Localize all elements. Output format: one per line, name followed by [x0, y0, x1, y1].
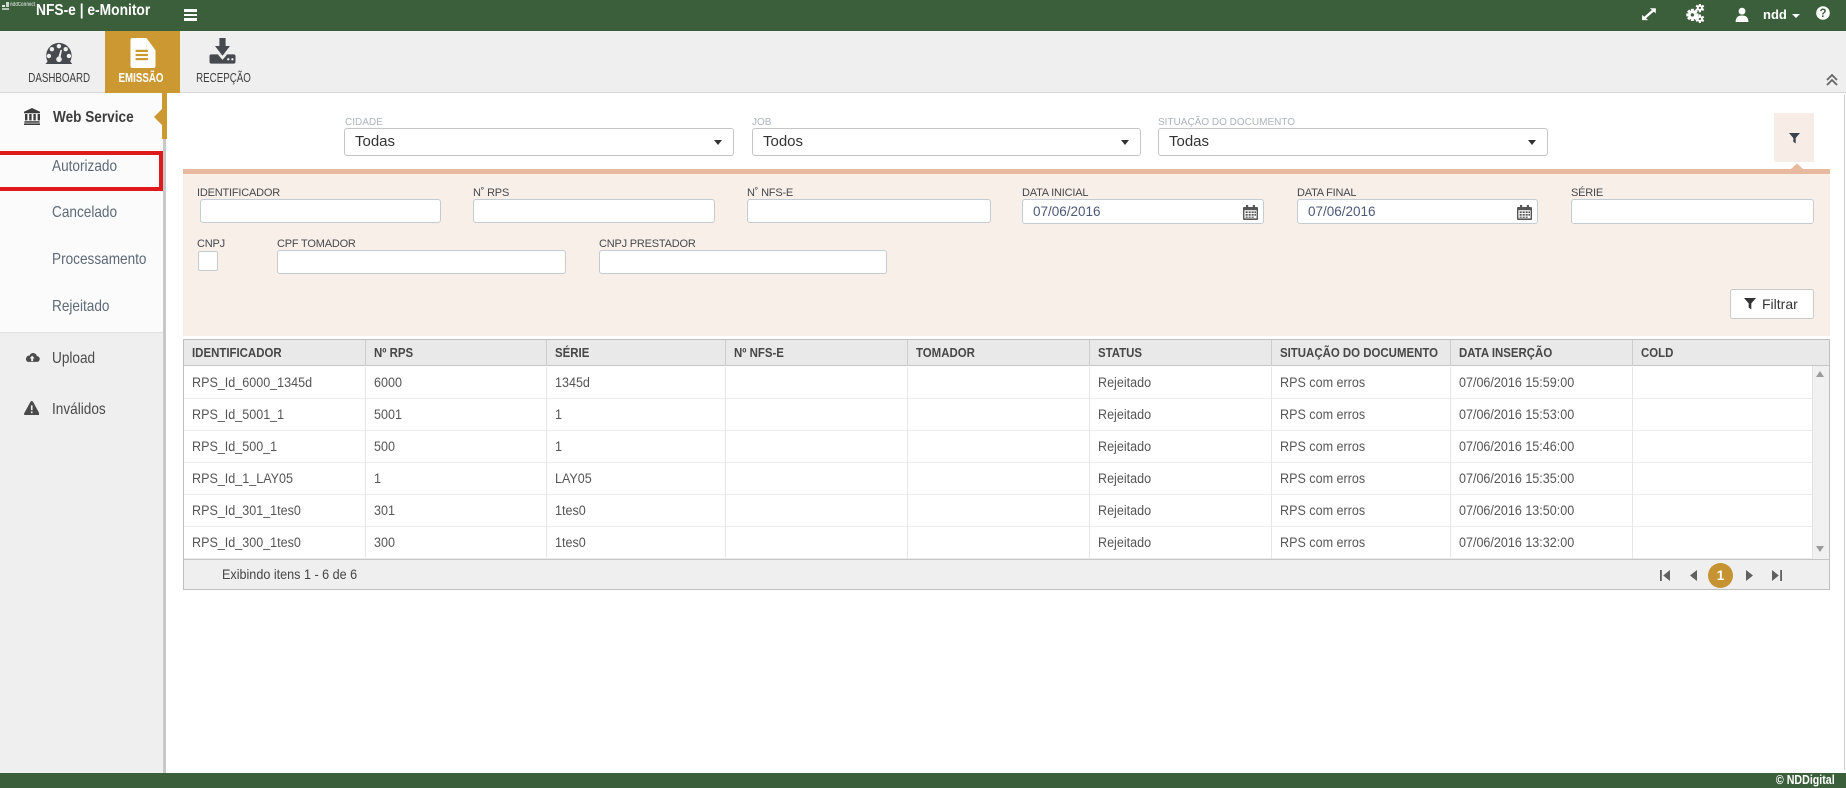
svg-text:?: ? — [1819, 8, 1826, 20]
svg-text:ndd: ndd — [1763, 7, 1787, 22]
